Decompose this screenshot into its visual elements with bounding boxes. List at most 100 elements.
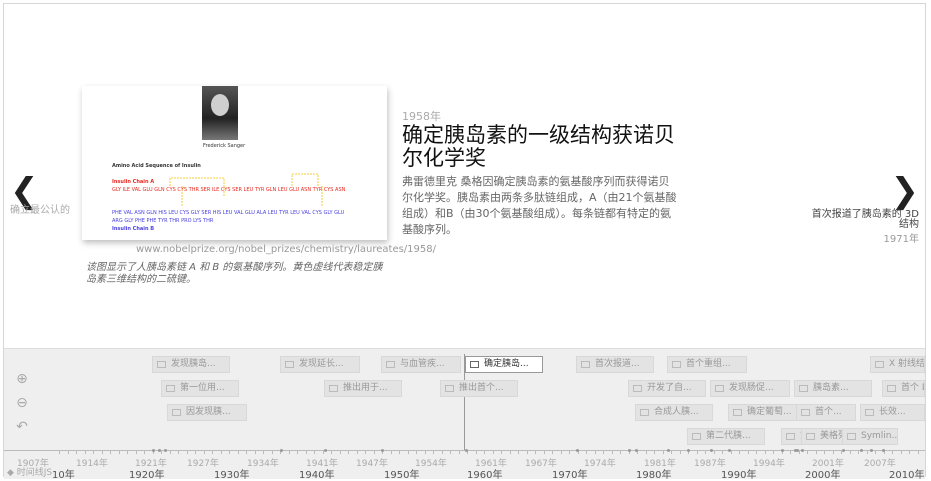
- timeline-flag[interactable]: 胰岛素...: [794, 380, 872, 397]
- image-icon: [172, 409, 181, 416]
- next-slide-button[interactable]: ❯ 首次报道了胰岛素的 3D 结构 1971年: [799, 171, 920, 245]
- axis-tick: [246, 450, 247, 454]
- axis-tick: [858, 450, 859, 454]
- axis-tick: [331, 450, 332, 454]
- axis-tick: [527, 450, 528, 454]
- timeline-flag-label: 推出用于...: [343, 383, 388, 393]
- axis-tick: [272, 450, 273, 454]
- timeline-flag[interactable]: X 射线结...: [870, 356, 925, 373]
- event-dot: [870, 449, 873, 452]
- axis-tick: [212, 450, 213, 454]
- image-icon: [715, 385, 724, 392]
- timeline-flag[interactable]: 确定胰岛...: [465, 356, 543, 373]
- axis-tick: [297, 450, 298, 454]
- axis-tick: [416, 450, 417, 454]
- image-icon: [865, 409, 874, 416]
- event-dot: [842, 449, 845, 452]
- axis-tick: [867, 450, 868, 454]
- timeline-flag[interactable]: 因发现胰...: [167, 404, 247, 421]
- axis-tick: [799, 450, 800, 454]
- zoom-out-icon[interactable]: ⊖: [14, 395, 30, 411]
- axis-tick: [833, 450, 834, 454]
- axis-tick: [306, 450, 307, 454]
- axis-minor-label: 1994年: [753, 459, 785, 469]
- slide-headline: 确定胰岛素的一级结构获诺贝尔化学奖: [402, 123, 675, 170]
- image-icon: [672, 361, 681, 368]
- timeline-flag[interactable]: 发现胰岛...: [152, 356, 230, 373]
- image-icon: [801, 409, 810, 416]
- axis-tick: [110, 450, 111, 454]
- axis-tick: [586, 450, 587, 454]
- axis-tick: [663, 450, 664, 454]
- image-icon: [875, 361, 884, 368]
- axis-tick: [620, 450, 621, 454]
- timeline-flag-label: X 射线结...: [889, 359, 925, 369]
- axis-tick: [501, 450, 502, 454]
- axis-tick: [170, 450, 171, 454]
- timeline-flag[interactable]: 与血管疾...: [381, 356, 461, 373]
- axis-tick: [136, 450, 137, 454]
- axis-tick: [399, 450, 400, 454]
- event-dot: [667, 449, 670, 452]
- axis-tick: [93, 450, 94, 454]
- timeline-flag[interactable]: 长效...: [860, 404, 925, 421]
- timeline-flag-label: 发现肠促...: [729, 383, 774, 393]
- axis-tick: [765, 450, 766, 454]
- timeline-flag[interactable]: 合成人胰...: [635, 404, 713, 421]
- axis-tick: [680, 450, 681, 454]
- timeline-flag[interactable]: 首个...: [796, 404, 856, 421]
- image-icon: [470, 361, 479, 368]
- timeline-flag[interactable]: 发现肠促...: [710, 380, 790, 397]
- event-dot: [781, 449, 784, 452]
- axis-minor-label: 1921年: [135, 459, 167, 469]
- slide-body: 弗雷德里克 桑格因确定胰岛素的氨基酸序列而获得诺贝尔化学奖。胰岛素由两条多肽链组…: [402, 175, 677, 236]
- timeline-flag-label: 第二代胰...: [706, 431, 751, 441]
- axis-tick: [76, 450, 77, 454]
- timeline-flag[interactable]: 首次报道...: [576, 356, 654, 373]
- timeline-navigator[interactable]: ⊕ ⊖ ↶ 发现胰岛... 第一位用... 因发现胰... 发现延长... 推出用于..…: [4, 348, 925, 481]
- event-dot: [710, 449, 713, 452]
- event-dot: [280, 449, 283, 452]
- axis-tick: [195, 450, 196, 454]
- axis-minor-label: 1974年: [584, 459, 616, 469]
- timeline-flag[interactable]: 第二代胰...: [687, 428, 765, 445]
- timeline-flag-label: 首次报道...: [595, 359, 640, 369]
- event-dot: [882, 449, 885, 452]
- chevron-right-icon: ❯: [890, 171, 920, 211]
- slide-media-image: Frederick Sanger Amino Acid Sequence of …: [82, 86, 387, 240]
- event-dot: [687, 449, 690, 452]
- timeline-flag[interactable]: 推出首个...: [440, 380, 518, 397]
- timeline-flag[interactable]: 推出用于...: [324, 380, 402, 397]
- image-icon: [166, 385, 175, 392]
- timeline-flag[interactable]: 发现延长...: [280, 356, 360, 373]
- axis-tick: [263, 450, 264, 454]
- timelinejs-brand[interactable]: ◆ 时间线JS: [7, 465, 52, 478]
- event-dot: [628, 449, 631, 452]
- timeline-flag-label: 发现延长...: [299, 359, 344, 369]
- axis-minor-label: 1947年: [356, 459, 388, 469]
- event-dot: [801, 449, 804, 452]
- timeline-flag[interactable]: 首个 DP...: [882, 380, 925, 397]
- axis-tick: [340, 450, 341, 454]
- timeline-flag[interactable]: 开发了自...: [628, 380, 706, 397]
- image-icon: [633, 385, 642, 392]
- timeline-flag-label: 合成人胰...: [654, 407, 699, 417]
- image-icon: [329, 385, 338, 392]
- back-icon[interactable]: ↶: [14, 419, 30, 435]
- event-dot: [164, 449, 167, 452]
- axis-tick: [459, 450, 460, 454]
- axis-tick: [569, 450, 570, 454]
- event-dot: [860, 449, 863, 452]
- timeline-flag[interactable]: 首个重组...: [667, 356, 747, 373]
- timeline-flag-label: 第一位用...: [180, 383, 225, 393]
- axis-tick: [875, 450, 876, 454]
- axis-tick: [442, 450, 443, 454]
- axis-minor-label: 1981年: [644, 459, 676, 469]
- timeline-flag[interactable]: Symlin...: [842, 428, 898, 445]
- timeline-flag-label: 确定葡萄...: [747, 407, 792, 417]
- timeline-flag[interactable]: 第一位用...: [161, 380, 239, 397]
- event-dot: [635, 449, 638, 452]
- zoom-in-icon[interactable]: ⊕: [14, 371, 30, 387]
- image-icon: [581, 361, 590, 368]
- axis-tick: [374, 450, 375, 454]
